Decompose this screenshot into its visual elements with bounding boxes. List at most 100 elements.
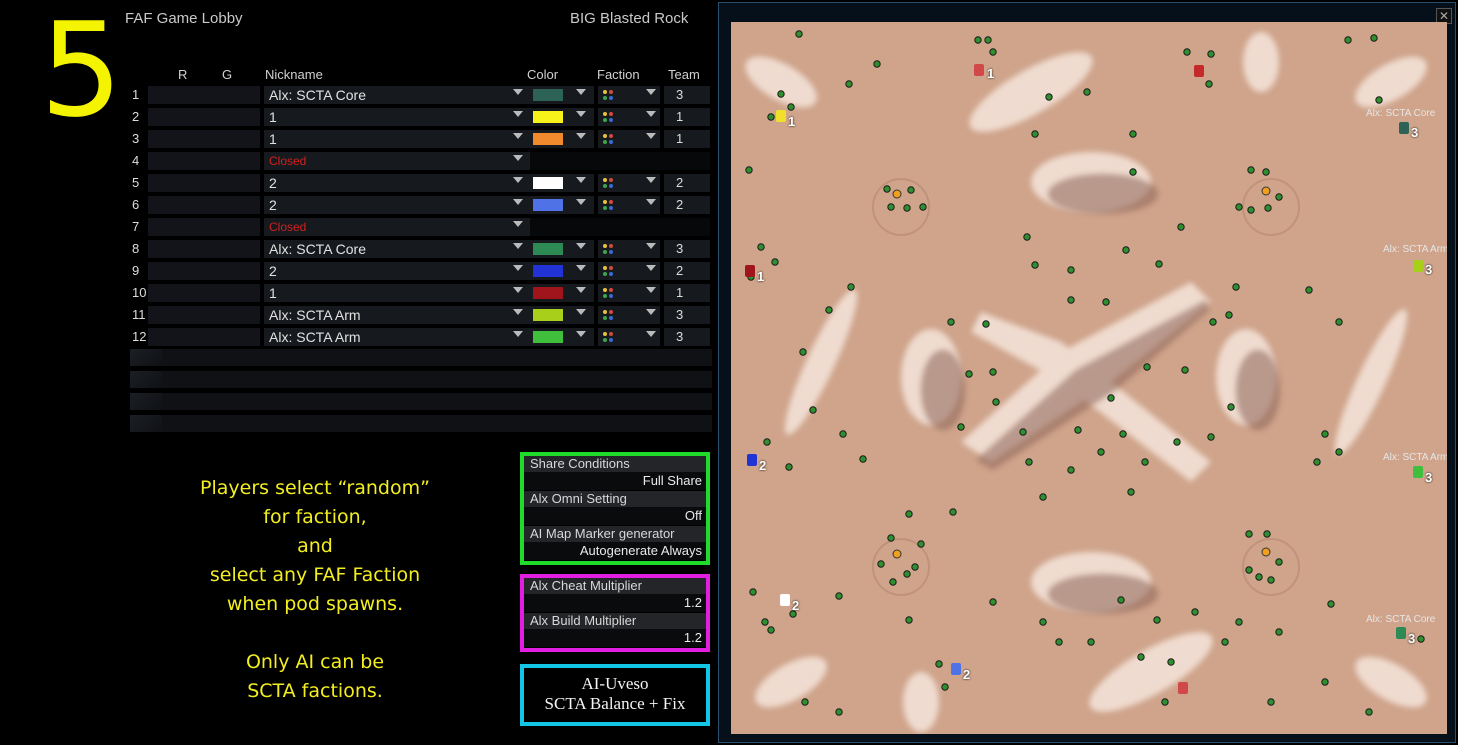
team-dropdown[interactable]: 1 bbox=[664, 108, 710, 126]
team-dropdown[interactable]: 2 bbox=[664, 174, 710, 192]
chevron-down-icon[interactable] bbox=[576, 331, 586, 337]
chevron-down-icon[interactable] bbox=[513, 89, 523, 95]
rating-cell bbox=[148, 218, 260, 236]
mass-marker-icon bbox=[1207, 50, 1215, 58]
chevron-down-icon[interactable] bbox=[576, 89, 586, 95]
mass-marker-icon bbox=[1039, 493, 1047, 501]
mass-marker-icon bbox=[1275, 558, 1283, 566]
spawn-marker[interactable] bbox=[1399, 122, 1409, 134]
team-dropdown[interactable]: 3 bbox=[664, 86, 710, 104]
slot-number: 4 bbox=[132, 153, 140, 168]
option-label: Alx Omni Setting bbox=[524, 491, 706, 507]
chevron-down-icon[interactable] bbox=[513, 133, 523, 139]
chevron-down-icon[interactable] bbox=[513, 155, 523, 161]
spawn-marker[interactable] bbox=[1413, 466, 1423, 478]
chevron-down-icon[interactable] bbox=[646, 265, 656, 271]
player-slot-row: 1 Alx: SCTA Core 3 bbox=[130, 85, 712, 105]
game-option[interactable]: Alx Build Multiplier 1.2 bbox=[524, 613, 706, 648]
nickname-dropdown[interactable]: Alx: SCTA Core bbox=[264, 86, 533, 104]
option-value[interactable]: 1.2 bbox=[524, 629, 706, 647]
option-value[interactable]: Off bbox=[524, 507, 706, 525]
note-line bbox=[190, 619, 440, 648]
nickname-dropdown[interactable]: Alx: SCTA Arm bbox=[264, 328, 533, 346]
spawn-marker[interactable] bbox=[1178, 682, 1188, 694]
chevron-down-icon[interactable] bbox=[646, 133, 656, 139]
team-dropdown[interactable]: 3 bbox=[664, 328, 710, 346]
team-dropdown[interactable]: 2 bbox=[664, 262, 710, 280]
nickname-dropdown[interactable]: 1 bbox=[264, 284, 533, 302]
map-preview[interactable]: Alx: SCTA Core Alx: SCTA Arm Alx: SCTA A… bbox=[731, 22, 1447, 734]
chevron-down-icon[interactable] bbox=[576, 199, 586, 205]
nickname-dropdown[interactable]: 1 bbox=[264, 108, 533, 126]
mass-marker-icon bbox=[941, 683, 949, 691]
mass-marker-icon bbox=[949, 508, 957, 516]
chevron-down-icon[interactable] bbox=[646, 89, 656, 95]
spawn-marker[interactable] bbox=[951, 663, 961, 675]
chevron-down-icon[interactable] bbox=[646, 309, 656, 315]
nickname-dropdown[interactable]: Alx: SCTA Core bbox=[264, 240, 533, 258]
spawn-marker[interactable] bbox=[1413, 260, 1423, 272]
chevron-down-icon[interactable] bbox=[576, 177, 586, 183]
spawn-marker[interactable] bbox=[1396, 627, 1406, 639]
slot-number: 12 bbox=[132, 329, 147, 344]
chevron-down-icon[interactable] bbox=[646, 243, 656, 249]
chevron-down-icon[interactable] bbox=[513, 331, 523, 337]
option-value[interactable]: Full Share bbox=[524, 472, 706, 490]
nickname-dropdown[interactable]: Closed bbox=[264, 218, 533, 236]
map-ai-label: Alx: SCTA Arm bbox=[1383, 244, 1447, 255]
chevron-down-icon[interactable] bbox=[576, 111, 586, 117]
random-faction-icon bbox=[603, 310, 613, 320]
nickname-dropdown[interactable]: 2 bbox=[264, 262, 533, 280]
option-value[interactable]: 1.2 bbox=[524, 594, 706, 612]
nickname-dropdown[interactable]: 1 bbox=[264, 130, 533, 148]
spawn-marker[interactable] bbox=[745, 265, 755, 277]
mass-marker-icon bbox=[1247, 206, 1255, 214]
game-option[interactable]: Alx Cheat Multiplier 1.2 bbox=[524, 578, 706, 613]
chevron-down-icon[interactable] bbox=[513, 265, 523, 271]
mass-marker-icon bbox=[889, 578, 897, 586]
nickname-dropdown[interactable]: Closed bbox=[264, 152, 533, 170]
team-dropdown[interactable]: 3 bbox=[664, 240, 710, 258]
chevron-down-icon[interactable] bbox=[646, 199, 656, 205]
option-value[interactable]: Autogenerate Always bbox=[524, 542, 706, 560]
team-dropdown[interactable]: 1 bbox=[664, 130, 710, 148]
spawn-marker[interactable] bbox=[1194, 65, 1204, 77]
chevron-down-icon[interactable] bbox=[576, 287, 586, 293]
mass-marker-icon bbox=[1153, 616, 1161, 624]
game-option[interactable]: Share Conditions Full Share bbox=[524, 456, 706, 491]
chevron-down-icon[interactable] bbox=[513, 111, 523, 117]
chevron-down-icon[interactable] bbox=[513, 287, 523, 293]
chevron-down-icon[interactable] bbox=[576, 309, 586, 315]
spawn-marker[interactable] bbox=[747, 454, 757, 466]
chevron-down-icon[interactable] bbox=[576, 265, 586, 271]
nickname-dropdown[interactable]: Alx: SCTA Arm bbox=[264, 306, 533, 324]
random-faction-icon bbox=[603, 200, 613, 210]
mass-marker-icon bbox=[1067, 466, 1075, 474]
chevron-down-icon[interactable] bbox=[513, 309, 523, 315]
spawn-marker[interactable] bbox=[780, 594, 790, 606]
team-dropdown[interactable]: 2 bbox=[664, 196, 710, 214]
team-dropdown[interactable]: 1 bbox=[664, 284, 710, 302]
game-option[interactable]: AI Map Marker generator Autogenerate Alwa… bbox=[524, 526, 706, 561]
spawn-number: 1 bbox=[987, 66, 995, 81]
chevron-down-icon[interactable] bbox=[576, 133, 586, 139]
chevron-down-icon[interactable] bbox=[513, 199, 523, 205]
chevron-down-icon[interactable] bbox=[646, 287, 656, 293]
game-option[interactable]: Alx Omni Setting Off bbox=[524, 491, 706, 526]
mass-marker-icon bbox=[905, 616, 913, 624]
mass-marker-icon bbox=[992, 398, 1000, 406]
spawn-marker[interactable] bbox=[974, 64, 984, 76]
chevron-down-icon[interactable] bbox=[576, 243, 586, 249]
spawn-marker[interactable] bbox=[776, 110, 786, 122]
slot-number: 8 bbox=[132, 241, 140, 256]
chevron-down-icon[interactable] bbox=[513, 177, 523, 183]
chevron-down-icon[interactable] bbox=[646, 177, 656, 183]
mass-marker-icon bbox=[1137, 653, 1145, 661]
chevron-down-icon[interactable] bbox=[513, 221, 523, 227]
nickname-dropdown[interactable]: 2 bbox=[264, 196, 533, 214]
chevron-down-icon[interactable] bbox=[646, 331, 656, 337]
chevron-down-icon[interactable] bbox=[513, 243, 523, 249]
nickname-dropdown[interactable]: 2 bbox=[264, 174, 533, 192]
team-dropdown[interactable]: 3 bbox=[664, 306, 710, 324]
chevron-down-icon[interactable] bbox=[646, 111, 656, 117]
